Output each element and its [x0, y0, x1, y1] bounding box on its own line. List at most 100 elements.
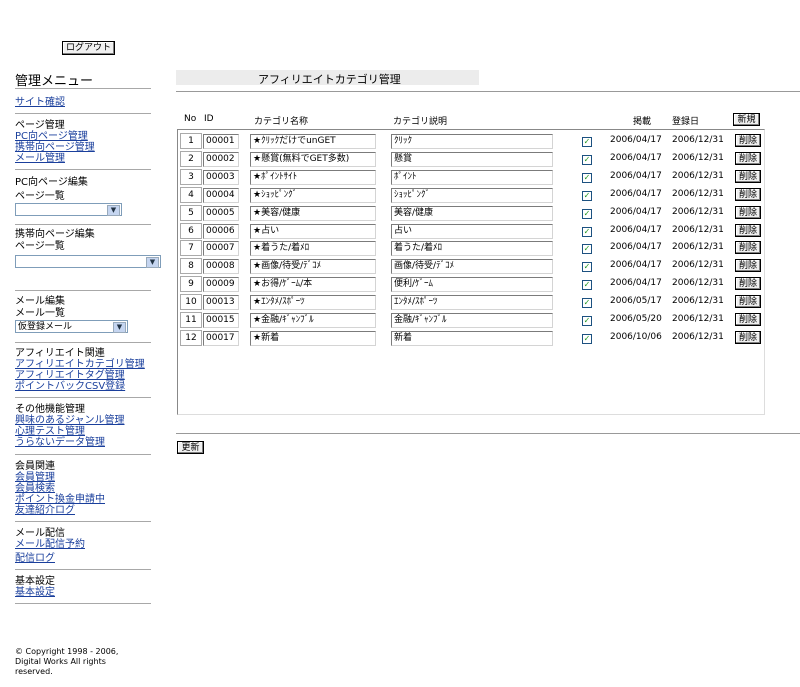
row-id-field[interactable]: 00004: [203, 187, 239, 203]
row-published-checkbox[interactable]: ✓: [582, 280, 592, 291]
pointback-csv-link[interactable]: ポイントバックCSV登録: [15, 381, 145, 392]
row-published-date: 2006/04/17: [610, 170, 662, 181]
mobile-page-select[interactable]: ▼: [15, 255, 161, 268]
row-number: 6: [180, 222, 202, 239]
row-delete-button[interactable]: 削除: [735, 259, 761, 273]
divider: [15, 224, 151, 225]
fortune-data-link[interactable]: うらないデータ管理: [15, 437, 125, 448]
affiliate-tag-link[interactable]: アフィリエイトタグ管理: [15, 370, 145, 381]
row-id-field[interactable]: 00015: [203, 313, 239, 328]
row-number: 1: [180, 133, 202, 149]
row-delete-button[interactable]: 削除: [735, 187, 761, 201]
genre-mgmt-link[interactable]: 興味のあるジャンル管理: [15, 415, 125, 426]
row-delete-button[interactable]: 削除: [735, 205, 761, 219]
row-delete-button[interactable]: 削除: [735, 313, 761, 326]
row-registered-date: 2006/12/31: [672, 170, 724, 181]
send-log-link[interactable]: 配信ログ: [15, 553, 85, 564]
row-desc-field[interactable]: 新着: [391, 330, 553, 346]
row-id-field[interactable]: 00003: [203, 169, 239, 185]
copyright: © Copyright 1998 - 2006, Digital Works A…: [15, 647, 119, 676]
row-name-field[interactable]: ★占い: [250, 223, 376, 239]
row-name-field[interactable]: ★新着: [250, 330, 376, 346]
row-desc-field[interactable]: 美容/健康: [391, 205, 553, 221]
row-published-checkbox[interactable]: ✓: [582, 262, 592, 273]
basic-settings-link[interactable]: 基本設定: [15, 587, 55, 598]
member-mgmt-link[interactable]: 会員管理: [15, 472, 105, 483]
row-name-field[interactable]: ★ﾎﾟｲﾝﾄｻｲﾄ: [250, 169, 376, 185]
row-delete-button[interactable]: 削除: [735, 277, 761, 291]
row-name-field[interactable]: ★美容/健康: [250, 205, 376, 221]
row-delete-button[interactable]: 削除: [735, 134, 761, 147]
row-published-checkbox[interactable]: ✓: [582, 208, 592, 219]
logout-button[interactable]: ログアウト: [62, 41, 115, 55]
row-published-checkbox[interactable]: ✓: [582, 226, 592, 237]
new-button[interactable]: 新規: [733, 113, 760, 126]
row-desc-field[interactable]: 金融/ｷﾞｬﾝﾌﾞﾙ: [391, 313, 553, 328]
row-desc-field[interactable]: 画像/待受/ﾃﾞｺﾒ: [391, 259, 553, 275]
row-registered-date: 2006/12/31: [672, 278, 724, 289]
pc-page-mgmt-link[interactable]: PC向ページ管理: [15, 131, 95, 142]
row-desc-field[interactable]: ｸﾘｯｸ: [391, 134, 553, 149]
row-delete-button[interactable]: 削除: [735, 241, 761, 255]
site-confirm-link[interactable]: サイト確認: [15, 97, 65, 108]
row-name-field[interactable]: ★着うた/着ﾒﾛ: [250, 241, 376, 257]
row-desc-field[interactable]: 便利/ｹﾞｰﾑ: [391, 277, 553, 293]
row-published-checkbox[interactable]: ✓: [582, 244, 592, 255]
row-published-checkbox[interactable]: ✓: [582, 316, 592, 326]
mail-list-label: メール一覧: [15, 308, 65, 319]
row-published-date: 2006/04/17: [610, 135, 662, 145]
pc-edit-heading: PC向ページ編集: [15, 177, 88, 188]
row-name-field[interactable]: ★ｸﾘｯｸだけでunGET: [250, 134, 376, 149]
row-published-checkbox[interactable]: ✓: [582, 333, 592, 344]
row-published-checkbox[interactable]: ✓: [582, 137, 592, 147]
row-id-field[interactable]: 00013: [203, 295, 239, 311]
row-id-field[interactable]: 00006: [203, 223, 239, 239]
row-desc-field[interactable]: ﾎﾟｲﾝﾄ: [391, 169, 553, 185]
row-delete-button[interactable]: 削除: [735, 295, 761, 309]
mail-select[interactable]: 仮登録メール ▼: [15, 320, 128, 333]
row-desc-field[interactable]: 占い: [391, 223, 553, 239]
row-desc-field[interactable]: 着うた/着ﾒﾛ: [391, 241, 553, 257]
row-published-checkbox[interactable]: ✓: [582, 190, 592, 201]
pc-page-select[interactable]: ▼: [15, 203, 122, 216]
psych-test-link[interactable]: 心理テスト管理: [15, 426, 125, 437]
row-delete-button[interactable]: 削除: [735, 169, 761, 183]
update-button[interactable]: 更新: [177, 441, 204, 454]
row-delete-button[interactable]: 削除: [735, 223, 761, 237]
row-name-field[interactable]: ★画像/待受/ﾃﾞｺﾒ: [250, 259, 376, 275]
point-exchange-link[interactable]: ポイント換金申請中: [15, 494, 105, 505]
row-id-field[interactable]: 00017: [203, 330, 239, 346]
row-id-field[interactable]: 00002: [203, 151, 239, 167]
row-desc-field[interactable]: 懸賞: [391, 151, 553, 167]
row-delete-button[interactable]: 削除: [735, 330, 761, 344]
row-name-field[interactable]: ★ｴﾝﾀﾒ/ｽﾎﾟｰﾂ: [250, 295, 376, 311]
row-id-field[interactable]: 00005: [203, 205, 239, 221]
row-name-field[interactable]: ★金融/ｷﾞｬﾝﾌﾞﾙ: [250, 313, 376, 328]
mobile-page-mgmt-link[interactable]: 携帯向ページ管理: [15, 142, 95, 153]
row-published-date: 2006/04/17: [610, 152, 662, 163]
row-registered-date: 2006/12/31: [672, 152, 724, 163]
row-delete-button[interactable]: 削除: [735, 151, 761, 165]
row-name-field[interactable]: ★ｼｮｯﾋﾟﾝｸﾞ: [250, 187, 376, 203]
mail-mgmt-link[interactable]: メール管理: [15, 153, 95, 164]
sidebar-mail-edit: メール編集 メール一覧: [15, 296, 65, 319]
row-published-checkbox[interactable]: ✓: [582, 172, 592, 183]
divider: [15, 113, 151, 114]
mail-reserve-link[interactable]: メール配信予約: [15, 539, 85, 550]
row-published-date: 2006/04/17: [610, 278, 662, 289]
row-id-field[interactable]: 00009: [203, 277, 239, 293]
member-search-link[interactable]: 会員検索: [15, 483, 105, 494]
row-name-field[interactable]: ★お得/ｹﾞｰﾑ/本: [250, 277, 376, 293]
row-desc-field[interactable]: ｼｮｯﾋﾟﾝｸﾞ: [391, 187, 553, 203]
row-published-checkbox[interactable]: ✓: [582, 298, 592, 309]
row-published-checkbox[interactable]: ✓: [582, 154, 592, 165]
row-id-field[interactable]: 00001: [203, 134, 239, 149]
row-name-field[interactable]: ★懸賞(無料でGET多数): [250, 151, 376, 167]
row-desc-field[interactable]: ｴﾝﾀﾒ/ｽﾎﾟｰﾂ: [391, 295, 553, 311]
row-number: 8: [180, 258, 202, 275]
friend-referral-log-link[interactable]: 友達紹介ログ: [15, 505, 105, 516]
row-published-date: 2006/04/17: [610, 188, 662, 199]
affiliate-category-link[interactable]: アフィリエイトカテゴリ管理: [15, 359, 145, 370]
row-id-field[interactable]: 00008: [203, 259, 239, 275]
row-id-field[interactable]: 00007: [203, 241, 239, 257]
